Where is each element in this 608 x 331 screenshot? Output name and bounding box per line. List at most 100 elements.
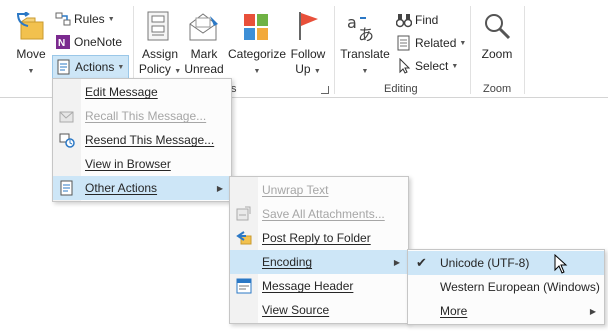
onenote-icon: N [56,35,70,49]
chevron-down-icon: ▼ [313,68,321,75]
menu-item-label: View Source [262,303,330,317]
menu-item-more[interactable]: More ▶ [408,299,604,323]
follow-up-label-1: Follow [290,47,326,61]
menu-item-edit-message[interactable]: Edit Message [53,80,231,104]
editing-group-label: Editing [384,83,418,95]
menu-item-view-in-browser[interactable]: View in Browser [53,152,231,176]
actions-button[interactable]: Actions ▼ [52,55,130,79]
encoding-menu: ✔ Unicode (UTF-8) Western European (Wind… [407,249,605,325]
message-header-icon [236,278,252,294]
menu-item-label: View in Browser [85,157,171,171]
find-button[interactable]: Find [396,12,438,28]
menu-item-view-source[interactable]: View Source [230,298,408,322]
menu-item-resend-message[interactable]: Resend This Message... [53,128,231,152]
actions-label: Actions [75,60,115,74]
menu-item-other-actions[interactable]: Other Actions ▶ [53,176,231,200]
categorize-button[interactable]: Categorize ▼ [226,47,288,79]
rules-label: Rules [74,12,105,26]
menu-item-label: Message Header [262,279,354,293]
svg-text:a: a [347,13,357,32]
zoom-icon[interactable] [482,12,512,42]
cursor-arrow-icon [399,58,411,74]
svg-text:あ: あ [358,25,374,44]
rules-icon [55,12,71,26]
mark-unread-label-2: Unread [184,62,224,76]
zoom-group-label: Zoom [483,83,512,95]
group-divider [470,6,471,94]
move-button[interactable]: Move ▼ [12,47,50,79]
menu-item-unicode-utf8[interactable]: ✔ Unicode (UTF-8) [408,251,604,275]
zoom-label: Zoom [481,47,513,61]
chevron-down-icon: ▼ [459,39,467,47]
assign-policy-label-1: Assign [141,47,179,61]
menu-item-label: Edit Message [85,85,158,99]
recall-envelope-icon [59,111,74,123]
menu-item-label: Encoding [262,255,313,269]
chevron-down-icon: ▼ [451,62,459,70]
assign-policy-label-2: Policy [138,62,171,76]
binoculars-icon [396,14,412,28]
translate-label: Translate [340,47,390,61]
translate-button[interactable]: Translate ▼ [337,47,393,79]
menu-item-recall-message[interactable]: Recall This Message... [53,104,231,128]
menu-item-label: Unicode (UTF-8) [440,256,530,270]
chevron-down-icon: ▼ [107,15,115,23]
chevron-down-icon: ▼ [174,68,182,75]
menu-item-label: Resend This Message... [85,133,215,147]
rules-button[interactable]: Rules ▼ [55,11,115,27]
zoom-button[interactable]: Zoom [478,47,516,62]
chevron-down-icon: ▼ [27,68,35,75]
resend-icon [59,133,75,148]
save-attachments-icon [236,206,251,221]
menu-item-unwrap-text[interactable]: Unwrap Text [230,178,408,202]
chevron-right-icon: ▶ [393,257,400,267]
assign-policy-button[interactable]: Assign Policy ▼ [137,47,183,79]
follow-up-label-2: Up [295,62,311,76]
menu-item-encoding[interactable]: Encoding ▶ [230,250,408,274]
assign-policy-icon[interactable] [144,10,174,42]
other-actions-menu: Unwrap Text Save All Attachments... Post… [229,176,409,324]
mark-unread-label-1: Mark [190,47,218,61]
select-label: Select [415,59,449,73]
menu-item-label: Recall This Message... [85,109,207,123]
menu-item-label: More [440,304,468,318]
related-button[interactable]: Related ▼ [396,35,466,51]
mark-unread-button[interactable]: Mark Unread [183,47,225,77]
menu-item-post-reply-to-folder[interactable]: Post Reply to Folder [230,226,408,250]
menu-item-save-all-attachments[interactable]: Save All Attachments... [230,202,408,226]
menu-item-western-european[interactable]: Western European (Windows) [408,275,604,299]
follow-up-button[interactable]: Follow Up ▼ [288,47,328,79]
menu-item-label: Western European (Windows) [440,280,600,294]
move-icon[interactable] [15,11,45,42]
onenote-button[interactable]: N OneNote [55,34,122,50]
select-button[interactable]: Select ▼ [396,58,458,74]
menu-item-label: Post Reply to Folder [262,231,371,245]
mark-unread-icon[interactable] [188,12,220,42]
move-label: Move [16,47,46,61]
related-icon [397,35,410,51]
actions-menu: Edit Message Recall This Message... Rese… [52,78,232,202]
categorize-icon[interactable] [242,12,270,42]
related-label: Related [415,36,457,50]
chevron-right-icon: ▶ [589,306,596,316]
group-divider [334,6,335,94]
chevron-down-icon: ▼ [361,68,369,75]
menu-item-label: Other Actions [85,181,158,195]
onenote-label: OneNote [74,35,123,49]
chevron-down-icon: ▼ [253,68,261,75]
menu-item-label: Save All Attachments... [262,207,385,221]
flag-icon[interactable] [296,10,322,42]
find-label: Find [415,13,439,27]
translate-icon[interactable]: a あ [346,12,378,44]
group-divider [524,6,525,94]
post-reply-icon [236,231,252,245]
actions-icon [57,59,70,75]
menu-item-message-header[interactable]: Message Header [230,274,408,298]
svg-text:N: N [58,38,65,49]
checkmark-icon: ✔ [416,255,427,270]
chevron-right-icon: ▶ [216,183,223,193]
menu-item-label: Unwrap Text [262,183,329,197]
categorize-label: Categorize [227,47,287,61]
mouse-cursor-icon [554,254,568,274]
dialog-launcher-icon[interactable] [321,86,329,94]
